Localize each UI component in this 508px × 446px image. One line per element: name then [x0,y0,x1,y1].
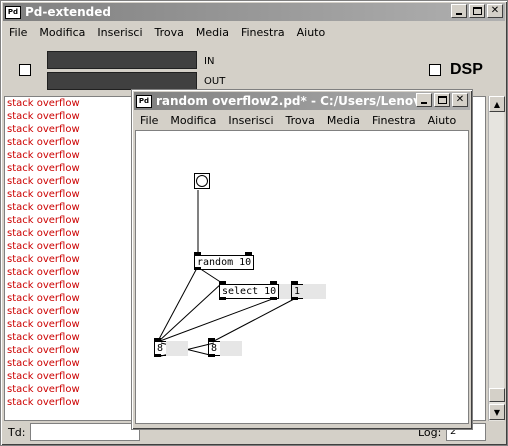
message-one-outlet [291,297,298,300]
patch-menu-file[interactable]: File [134,114,164,127]
main-menu-aiuto[interactable]: Aiuto [291,26,332,39]
numright-outlet [208,354,215,357]
scroll-down-button[interactable]: ▼ [489,404,505,420]
output-meter-label: OUT [204,76,226,87]
connection-numleft-select [158,282,223,342]
main-menu-media[interactable]: Media [190,26,235,39]
main-menu-finestra[interactable]: Finestra [235,26,291,39]
scroll-thumb[interactable] [489,388,505,402]
patch-close-button[interactable]: ✕ [452,93,468,107]
patch-menubar: File Modifica Inserisci Trova Media Finestra A… [134,111,470,129]
main-menu-trova[interactable]: Trova [149,26,190,39]
select-outlet-left [219,297,226,300]
minimize-button[interactable] [451,4,467,18]
patch-menu-aiuto[interactable]: Aiuto [422,114,463,127]
td-input[interactable] [30,423,140,441]
main-menu-file[interactable]: File [3,26,33,39]
patch-connections [157,190,297,357]
patch-titlebar[interactable]: Pd random overflow2.pd* - C:/Users/Lenov… [134,92,470,110]
bang-circle [196,175,208,187]
connection-random-numleft [157,267,198,342]
patch-canvas[interactable]: random 10 select 10 1 8 8 [135,130,469,424]
patch-menu-inserisci[interactable]: Inserisci [222,114,279,127]
main-menu-inserisci[interactable]: Inserisci [91,26,148,39]
patch-minimize-button[interactable] [416,93,432,107]
select-inlet-left [219,281,226,284]
patch-menu-modifica[interactable]: Modifica [164,114,222,127]
dsp-label: DSP [450,61,483,78]
numleft-shadow [166,341,188,356]
maximize-icon [472,7,482,15]
random-inlet-right [245,252,252,255]
arrow-up-icon: ▲ [493,99,501,109]
connection-msg-numright [213,297,297,342]
patch-maximize-button[interactable] [434,93,450,107]
maximize-button[interactable] [469,4,485,18]
scroll-up-button[interactable]: ▲ [489,96,505,112]
minimize-icon [456,13,462,15]
main-menu-modifica[interactable]: Modifica [33,26,91,39]
output-level-meter [47,72,197,90]
select-outlet-right [270,297,277,300]
patch-window-title: random overflow2.pd* - C:/Users/Lenovo/D… [156,94,418,108]
input-meter-label: IN [204,56,215,67]
maximize-icon [437,96,447,104]
patch-menu-trova[interactable]: Trova [280,114,321,127]
main-menubar: File Modifica Inserisci Trova Media Finestra A… [3,23,505,41]
arrow-down-icon: ▼ [493,407,501,417]
main-window-title: Pd-extended [25,5,111,19]
numleft-outlet [154,354,161,357]
random-inlet-left [194,252,201,255]
close-icon: ✕ [455,94,465,105]
random-object[interactable]: random 10 [194,255,255,270]
pd-app-icon: Pd [5,5,21,19]
minimize-icon [421,102,427,104]
main-titlebar[interactable]: Pd Pd-extended ✕ [3,3,505,21]
select-inlet-right [270,281,277,284]
numleft-inlet [154,338,161,341]
random-outlet [194,267,201,270]
console-scrollbar[interactable]: ▲ ▼ [488,96,505,421]
bang-object[interactable] [194,173,210,189]
pd-patch-icon: Pd [136,94,152,108]
message-one-inlet [291,281,298,284]
input-level-meter [47,51,197,69]
patch-window: Pd random overflow2.pd* - C:/Users/Lenov… [131,89,473,430]
patch-menu-finestra[interactable]: Finestra [366,114,422,127]
td-label: Td: [8,426,26,439]
dsp-checkbox[interactable] [429,64,441,76]
numright-inlet [208,338,215,341]
close-icon: ✕ [490,5,500,16]
patch-menu-media[interactable]: Media [321,114,366,127]
audio-io-checkbox[interactable] [19,64,31,76]
numright-shadow [220,341,242,356]
close-button[interactable]: ✕ [487,4,503,18]
